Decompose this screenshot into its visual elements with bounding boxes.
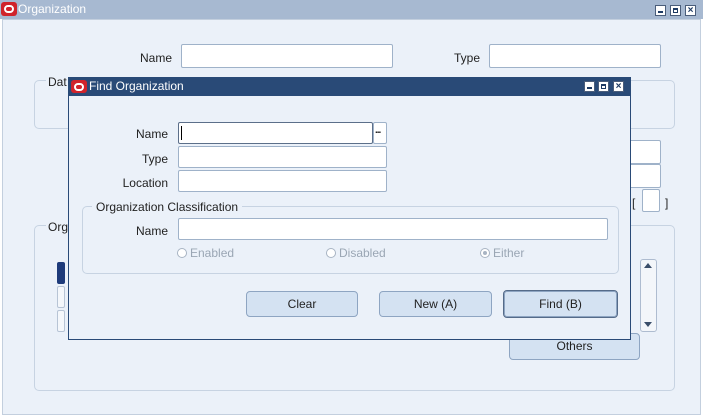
radio-either-label: Either: [493, 246, 525, 260]
text-cursor: [181, 126, 182, 140]
find-location-label: Location: [122, 176, 168, 190]
radio-either-icon: [480, 248, 490, 258]
radio-enabled[interactable]: Enabled: [177, 246, 234, 260]
maximize-icon[interactable]: [598, 81, 609, 92]
flex-field[interactable]: [642, 189, 660, 212]
radio-enabled-label: Enabled: [190, 246, 235, 260]
maximize-icon[interactable]: [670, 5, 681, 16]
oracle-logo-icon: [1, 2, 17, 16]
new-button[interactable]: New (A): [379, 291, 492, 317]
classification-name-field[interactable]: [178, 218, 608, 240]
main-type-field[interactable]: [489, 44, 661, 68]
main-name-label: Name: [139, 51, 172, 65]
find-type-label: Type: [141, 152, 168, 166]
main-name-field[interactable]: [181, 44, 393, 68]
minimize-icon[interactable]: [584, 81, 595, 92]
radio-disabled[interactable]: Disabled: [326, 246, 386, 260]
radio-enabled-icon: [177, 248, 187, 258]
find-name-label: Name: [135, 127, 168, 141]
scroll-down-icon[interactable]: [644, 322, 652, 327]
list-of-values-button[interactable]: ...: [373, 122, 387, 144]
clear-button[interactable]: Clear: [246, 291, 358, 317]
find-name-field[interactable]: [178, 122, 373, 144]
vertical-scrollbar[interactable]: [640, 259, 657, 332]
dialog-title: Find Organization: [89, 79, 184, 93]
minimize-icon[interactable]: [655, 5, 666, 16]
close-icon[interactable]: ×: [613, 81, 624, 92]
radio-either[interactable]: Either: [480, 246, 524, 260]
close-icon[interactable]: ×: [685, 5, 696, 16]
radio-disabled-label: Disabled: [339, 246, 386, 260]
find-type-field[interactable]: [178, 146, 387, 168]
ellipsis-icon: ...: [375, 125, 381, 136]
classification-group: [82, 206, 619, 274]
radio-disabled-icon: [326, 248, 336, 258]
oracle-logo-icon: [71, 80, 87, 93]
classification-group-label: Organization Classification: [92, 199, 243, 215]
record-indicator[interactable]: [57, 310, 65, 332]
classification-name-label: Name: [135, 224, 168, 238]
dialog-title-bar: Find Organization ×: [68, 77, 631, 96]
record-indicator-current[interactable]: [57, 262, 65, 284]
find-location-field[interactable]: [178, 170, 387, 192]
dates-group-label: Dat: [46, 74, 69, 90]
scroll-up-icon[interactable]: [644, 263, 652, 268]
bracket-right: ]: [665, 196, 669, 210]
find-button[interactable]: Find (B): [503, 290, 618, 318]
main-type-label: Type: [453, 51, 480, 65]
bracket-left: [: [632, 196, 636, 210]
window-title: Organization: [18, 2, 87, 16]
organization-title-bar: Organization ×: [0, 0, 703, 19]
record-indicator[interactable]: [57, 286, 65, 308]
organization-group-label: Org: [46, 219, 71, 235]
